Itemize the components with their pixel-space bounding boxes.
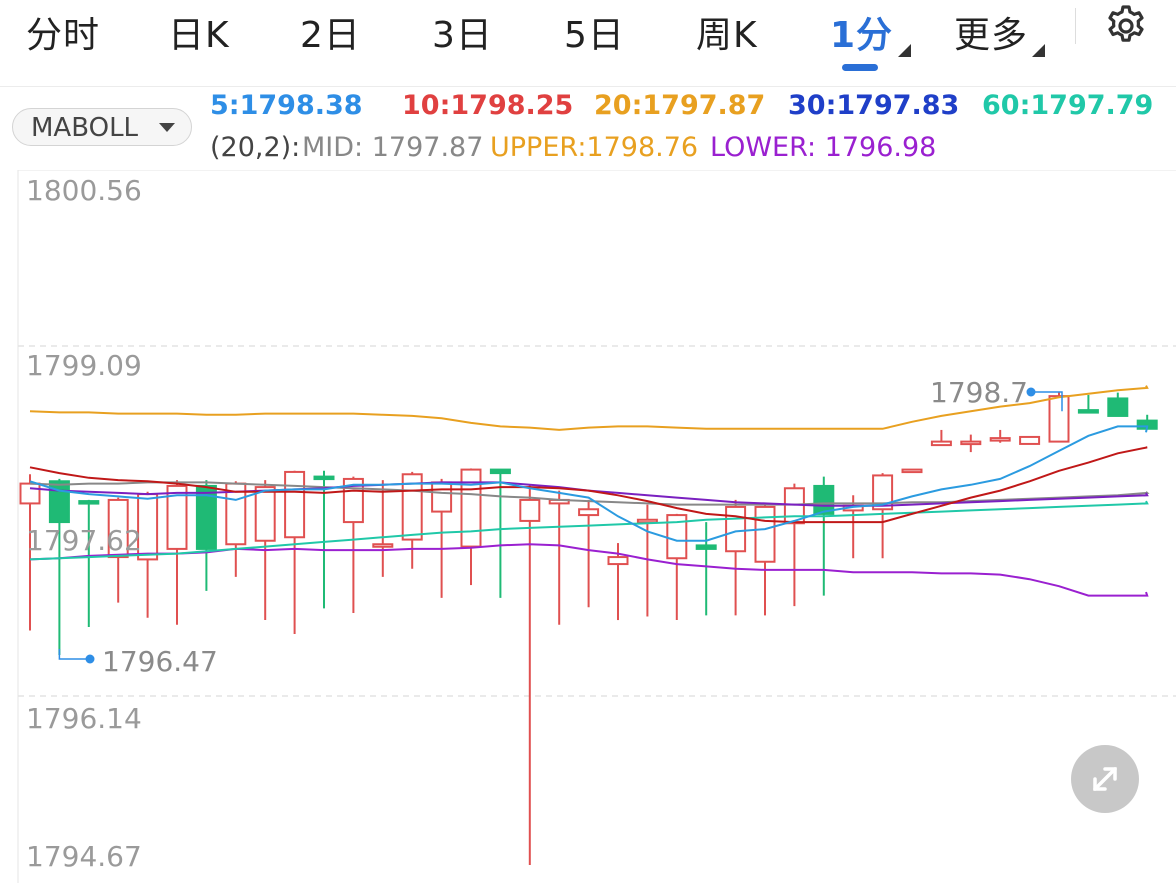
kline-chart[interactable]: 1800.56 1799.09 1797.62 1796.14 1794.67 … [0,170,1176,883]
candle-body [1019,435,1041,445]
candle-body [19,482,41,505]
tab-divider [1075,8,1076,44]
active-tab-indicator [842,64,878,71]
tab-5-day[interactable]: 5日 [564,6,625,58]
candle-body [78,500,100,505]
y-axis-label-bottom: 1794.67 [26,840,142,873]
expand-icon [1093,767,1117,791]
candle-body [989,437,1011,442]
candle-body [431,481,453,513]
candle-body [519,498,541,522]
candle-body [1048,395,1070,443]
candle-body [1077,409,1099,414]
ma5-value: 5:1798.38 [210,90,363,121]
boll-lower: LOWER: 1796.98 [710,132,937,163]
max-price-marker: 1798.7 [930,376,1028,409]
tab-dropdown-triangle-icon [898,44,911,57]
more-dropdown-triangle-icon [1032,44,1045,57]
y-axis-label-top: 1800.56 [26,174,142,207]
candle-body [636,518,658,524]
period-tab-bar: 分时 日K 2日 3日 5日 周K 1分 更多 [0,0,1176,87]
candle-body [48,480,70,524]
tab-3-day[interactable]: 3日 [432,6,493,58]
candle-body [901,468,923,474]
boll-mid: MID: 1797.87 [302,132,484,163]
candle-body [754,505,776,563]
candle-body [930,440,952,447]
candle-body [372,543,394,548]
candle-body [460,468,482,548]
ma60-value: 60:1797.79 [982,90,1154,121]
boll-upper: UPPER:1798.76 [490,132,699,163]
indicator-selector[interactable]: MABOLL [12,108,192,146]
min-marker-dot [85,654,95,664]
candle-body [725,505,747,553]
fullscreen-button[interactable] [1071,745,1139,813]
ma10-value: 10:1798.25 [402,90,574,121]
tab-daily-k[interactable]: 日K [168,6,230,58]
ma20-value: 20:1797.87 [594,90,766,121]
tab-2-day[interactable]: 2日 [300,6,361,58]
boll-params: (20,2): [210,132,301,163]
candle-body [1107,397,1129,417]
candle-body [489,468,511,475]
min-price-marker: 1796.47 [102,645,218,678]
ma30-value: 30:1797.83 [788,90,960,121]
candle-body [254,486,276,542]
caret-down-icon [159,123,175,132]
y-axis-label-3: 1797.62 [26,524,142,557]
y-axis-label-2: 1799.09 [26,349,142,382]
y-axis-label-4: 1796.14 [26,702,142,735]
candle-body [607,556,629,566]
candle-body [960,440,982,446]
tab-timeshare[interactable]: 分时 [26,6,100,58]
min-marker-leader [58,649,90,660]
candle-body [578,508,600,517]
candle-body [313,475,335,481]
tab-weekly-k[interactable]: 周K [696,6,758,58]
tab-1-min[interactable]: 1分 [830,6,893,58]
gear-icon[interactable] [1104,4,1148,48]
tab-more[interactable]: 更多 [954,6,1028,58]
candle-body [284,470,306,539]
kline-chart-canvas [17,170,1176,883]
candle-body [695,544,717,550]
indicator-selector-label: MABOLL [31,113,139,143]
